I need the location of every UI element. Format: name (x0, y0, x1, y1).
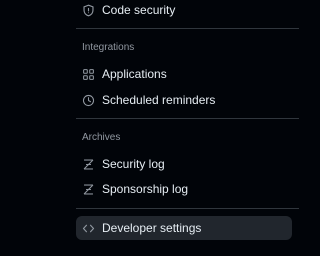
section-divider (76, 208, 299, 209)
code-icon (82, 222, 95, 235)
sidebar-item-label: Security log (102, 157, 165, 171)
sidebar-item-label: Sponsorship log (102, 182, 189, 196)
sidebar-item-sponsorship-log[interactable]: Sponsorship log (76, 177, 292, 201)
settings-sidebar-nav: Code security Integrations Applications … (0, 0, 316, 256)
sidebar-item-developer-settings[interactable]: Developer settings (76, 216, 292, 240)
sidebar-item-label: Applications (102, 67, 167, 81)
sidebar-item-scheduled-reminders[interactable]: Scheduled reminders (76, 88, 292, 112)
log-icon (82, 158, 95, 171)
apps-icon (82, 68, 95, 81)
sidebar-item-code-security[interactable]: Code security (76, 0, 292, 22)
section-heading-integrations: Integrations (82, 42, 135, 53)
log-icon (82, 183, 95, 196)
sidebar-item-applications[interactable]: Applications (76, 62, 292, 86)
shield-icon (82, 4, 95, 17)
sidebar-item-label: Code security (102, 3, 176, 17)
clock-icon (82, 94, 95, 107)
section-divider (76, 28, 299, 29)
sidebar-item-label: Scheduled reminders (102, 93, 216, 107)
sidebar-item-security-log[interactable]: Security log (76, 152, 292, 176)
sidebar-item-label: Developer settings (102, 221, 202, 235)
section-divider (76, 118, 299, 119)
section-heading-archives: Archives (82, 132, 121, 143)
